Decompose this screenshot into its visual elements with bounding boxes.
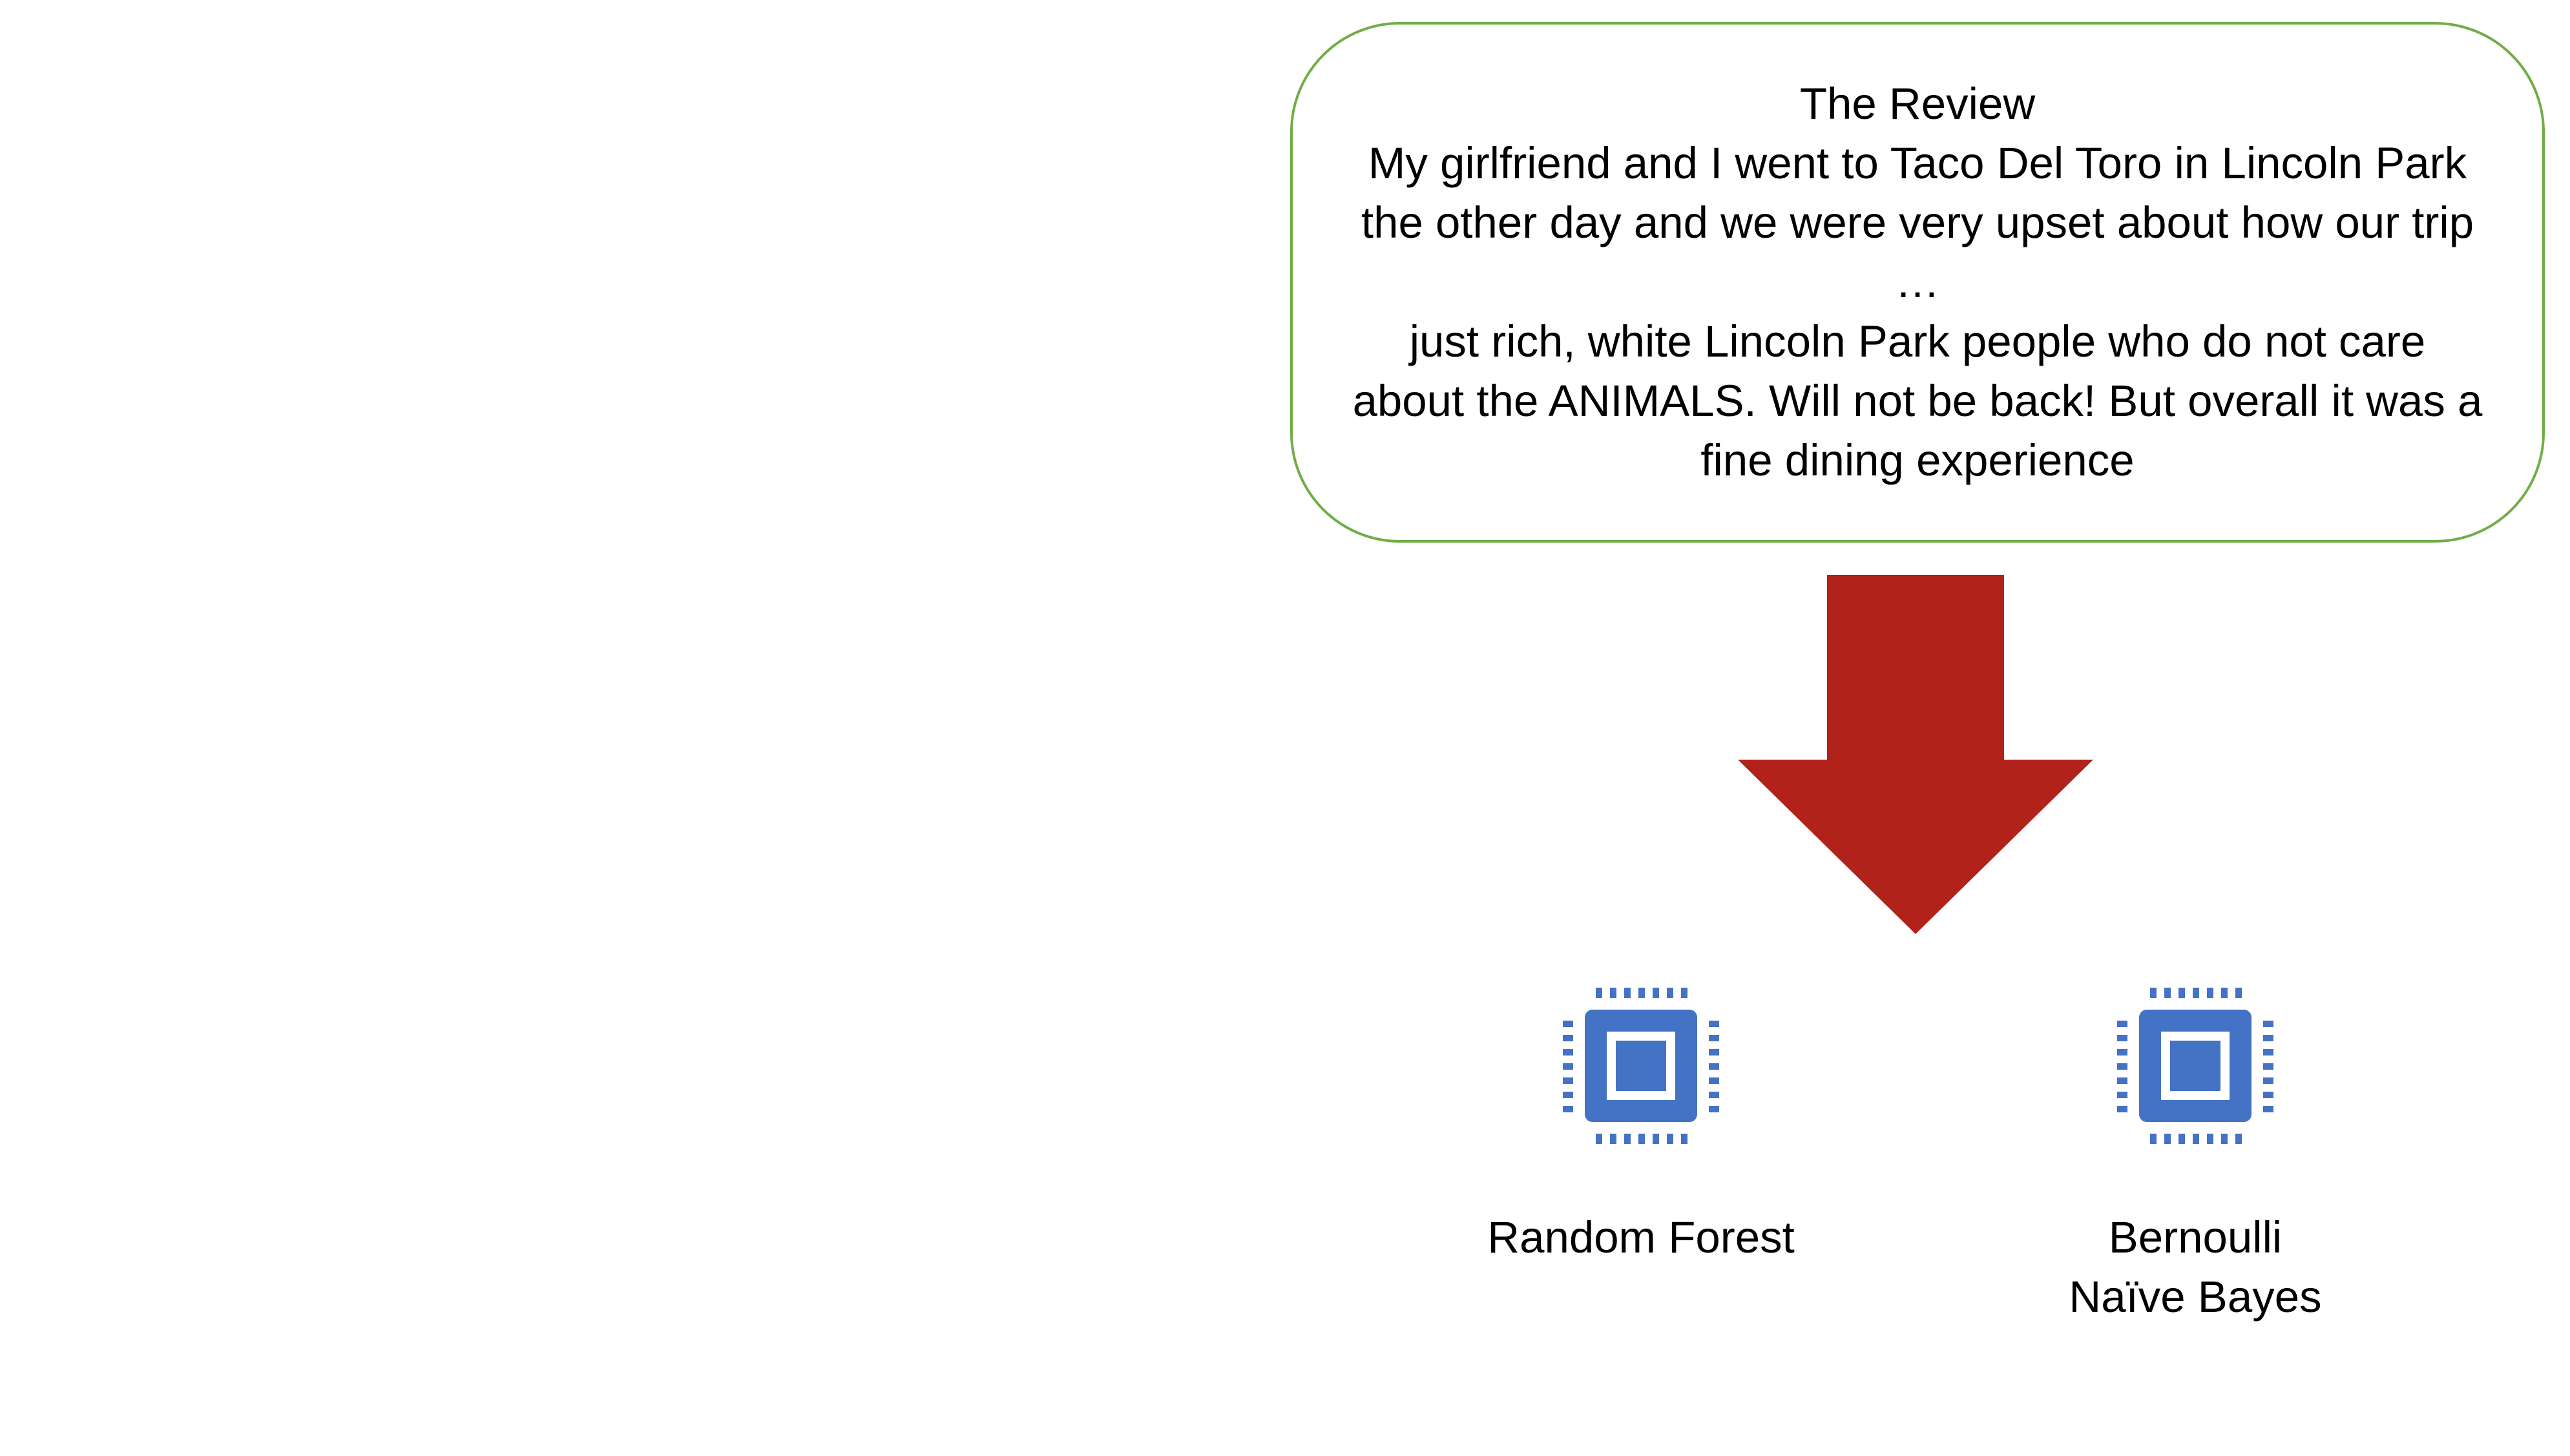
model-label-naive-bayes: Bernoulli Naïve Bayes [1969,1208,2421,1327]
naive-bayes-chip-icon [2115,985,2276,1147]
review-text-line: My girlfriend and I went to Taco Del Tor… [1368,138,2467,188]
review-text-line: about the ANIMALS. Will not be back! But… [1352,376,2483,426]
review-ellipsis: … [1895,257,1940,307]
review-title: The Review [1799,79,2036,129]
model-label-line: Random Forest [1487,1212,1795,1262]
model-label-line: Bernoulli [2108,1212,2283,1262]
review-text-line: fine dining experience [1700,435,2135,485]
down-arrow [1738,575,2093,934]
review-text-line: just rich, white Lincoln Park people who… [1409,317,2426,366]
review-text-line: the other day and we were very upset abo… [1361,198,2474,247]
review-box: The Review My girlfriend and I went to T… [1290,22,2545,543]
random-forest-chip-icon [1560,985,1722,1147]
model-label-random-forest: Random Forest [1415,1208,1867,1267]
model-label-line: Naïve Bayes [2069,1272,2322,1322]
